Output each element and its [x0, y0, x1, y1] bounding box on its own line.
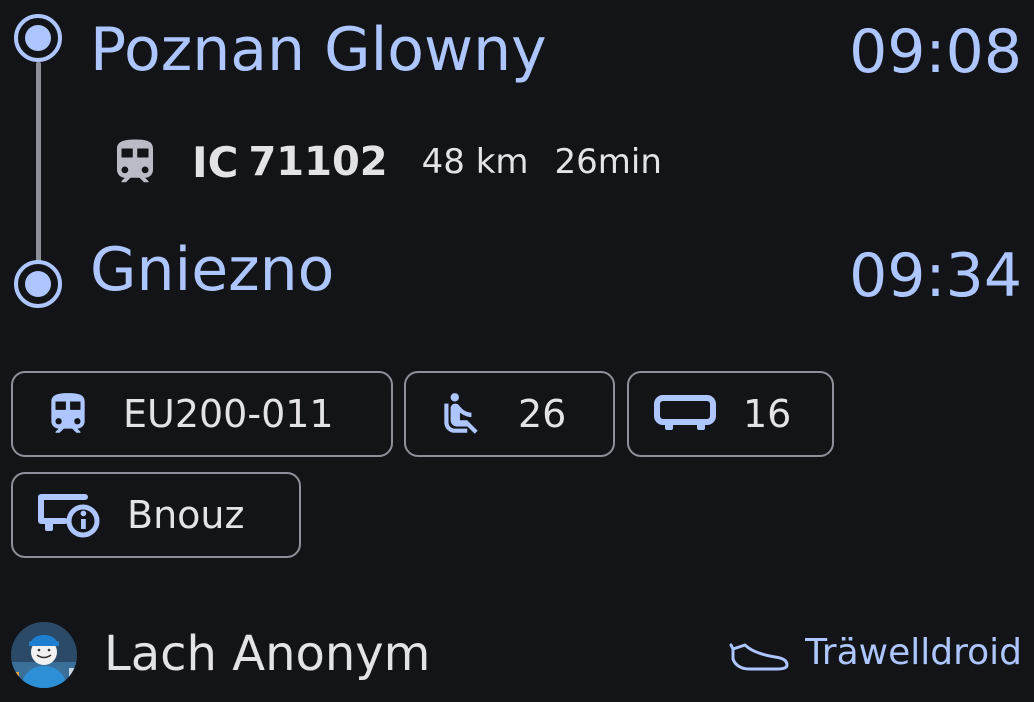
vehicle-chip[interactable]: EU200-011	[11, 371, 393, 457]
origin-radio-dot-icon	[14, 14, 62, 62]
duration: 26min	[554, 142, 662, 182]
arrival-time: 09:34	[849, 241, 1022, 311]
origin-station[interactable]: Poznan Glowny	[90, 20, 547, 80]
avatar[interactable]	[11, 622, 77, 688]
shoe-icon	[729, 643, 789, 670]
user-avatar-image	[11, 622, 77, 688]
train-icon	[117, 139, 153, 183]
operator-name: Bnouz	[127, 493, 245, 537]
checkin-card[interactable]: Poznan Glowny 09:08 IC 71102 48 km 26min…	[0, 0, 1034, 702]
train-icon	[51, 393, 85, 433]
operator-info-icon	[38, 494, 100, 538]
line-category: IC	[192, 137, 239, 187]
timeline-line	[36, 62, 41, 262]
wagon-chip[interactable]: 16	[627, 371, 834, 457]
vehicle-number: EU200-011	[123, 392, 334, 436]
wagon-number: 16	[743, 392, 792, 436]
destination-station[interactable]: Gniezno	[90, 240, 334, 300]
distance: 48 km	[421, 142, 529, 182]
seat-icon	[444, 393, 478, 434]
departure-time: 09:08	[849, 17, 1022, 87]
destination-radio-dot-icon	[14, 260, 62, 308]
trip-info: IC 71102 48 km 26min	[108, 134, 662, 190]
app-brand: Träwelldroid	[729, 632, 1022, 673]
seat-chip[interactable]: 26	[404, 371, 615, 457]
line-number: 71102	[248, 139, 388, 185]
seat-number: 26	[518, 392, 567, 436]
user-name[interactable]: Lach Anonym	[104, 628, 430, 681]
operator-chip[interactable]: Bnouz	[11, 472, 301, 558]
app-name: Träwelldroid	[805, 632, 1022, 673]
wagon-icon	[654, 395, 716, 430]
